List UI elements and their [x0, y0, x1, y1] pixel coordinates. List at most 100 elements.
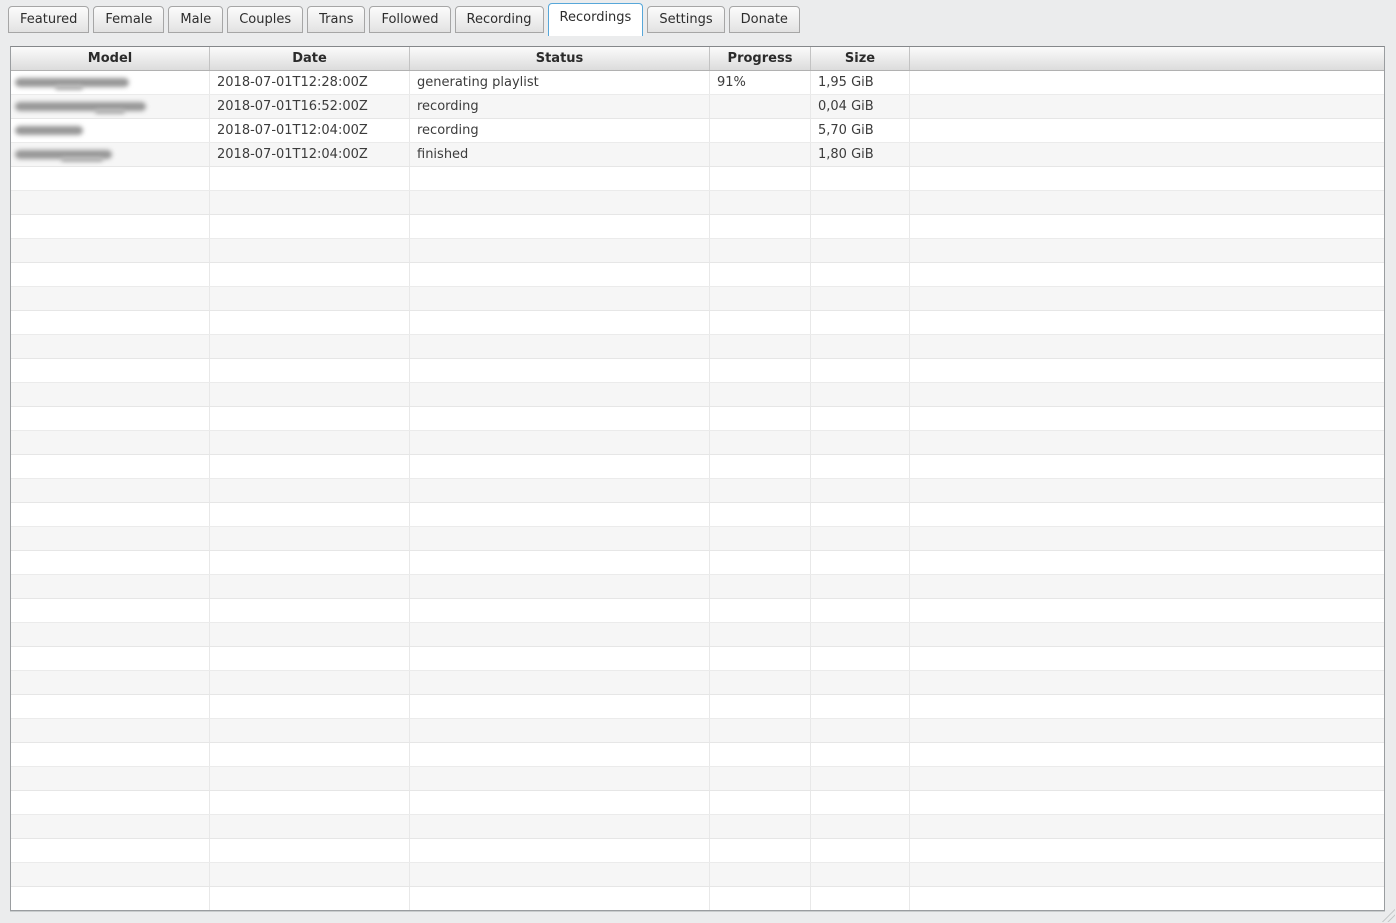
tab-recording[interactable]: Recording [454, 6, 544, 33]
filler-cell [710, 383, 811, 406]
filler-cell [811, 551, 910, 574]
filler-cell [410, 887, 710, 910]
tab-followed[interactable]: Followed [369, 6, 451, 33]
filler-cell [811, 167, 910, 190]
filler-cell [410, 767, 710, 790]
tab-trans[interactable]: Trans [307, 6, 366, 33]
empty-row [11, 647, 1384, 671]
filler-cell [811, 335, 910, 358]
filler-cell [710, 647, 811, 670]
recording-row[interactable]: 2018-07-01T12:04:00Z recording 5,70 GiB [11, 119, 1384, 143]
filler-cell [910, 599, 1384, 622]
filler-cell [811, 887, 910, 910]
empty-row [11, 431, 1384, 455]
column-header-date[interactable]: Date [210, 47, 410, 70]
empty-row [11, 791, 1384, 815]
filler-cell [710, 503, 811, 526]
table-body: 2018-07-01T12:28:00Z generating playlist 9… [11, 71, 1384, 910]
filler-cell [811, 743, 910, 766]
filler-cell [210, 479, 410, 502]
filler-cell [910, 407, 1384, 430]
filler-cell [811, 671, 910, 694]
filler-cell [811, 719, 910, 742]
filler-cell [710, 527, 811, 550]
progress-cell [710, 143, 811, 166]
size-cell: 1,80 GiB [811, 143, 910, 166]
empty-row [11, 263, 1384, 287]
column-header-progress[interactable]: Progress [710, 47, 811, 70]
status-cell: recording [410, 119, 710, 142]
filler-cell [910, 287, 1384, 310]
filler-cell [410, 863, 710, 886]
filler-cell [11, 551, 210, 574]
tab-male[interactable]: Male [168, 6, 224, 33]
empty-row [11, 311, 1384, 335]
filler-cell [910, 239, 1384, 262]
filler-cell [210, 815, 410, 838]
tab-settings[interactable]: Settings [647, 6, 725, 33]
redacted-model-name-tail [95, 109, 125, 114]
filler-cell [710, 311, 811, 334]
filler-cell [910, 695, 1384, 718]
filler-cell [11, 575, 210, 598]
date-cell: 2018-07-01T12:04:00Z [210, 143, 410, 166]
filler-cell [910, 143, 1384, 166]
filler-cell [210, 551, 410, 574]
filler-cell [811, 863, 910, 886]
progress-cell [710, 95, 811, 118]
filler-cell [410, 335, 710, 358]
filler-cell [210, 791, 410, 814]
filler-cell [11, 311, 210, 334]
filler-cell [811, 791, 910, 814]
filler-cell [910, 383, 1384, 406]
recording-row[interactable]: 2018-07-01T16:52:00Z recording 0,04 GiB [11, 95, 1384, 119]
recording-row[interactable]: 2018-07-01T12:04:00Z finished 1,80 GiB [11, 143, 1384, 167]
empty-row [11, 719, 1384, 743]
column-header-size[interactable]: Size [811, 47, 910, 70]
filler-cell [11, 791, 210, 814]
empty-row [11, 407, 1384, 431]
recording-row[interactable]: 2018-07-01T12:28:00Z generating playlist 9… [11, 71, 1384, 95]
filler-cell [811, 623, 910, 646]
filler-cell [210, 335, 410, 358]
filler-cell [410, 719, 710, 742]
filler-cell [910, 791, 1384, 814]
empty-row [11, 839, 1384, 863]
filler-cell [11, 503, 210, 526]
column-header-filler[interactable] [910, 47, 1384, 70]
tab-donate[interactable]: Donate [728, 6, 800, 33]
filler-cell [910, 719, 1384, 742]
filler-cell [710, 695, 811, 718]
filler-cell [710, 407, 811, 430]
filler-cell [710, 167, 811, 190]
empty-row [11, 335, 1384, 359]
filler-cell [210, 311, 410, 334]
filler-cell [811, 407, 910, 430]
filler-cell [11, 527, 210, 550]
filler-cell [210, 503, 410, 526]
filler-cell [410, 311, 710, 334]
filler-cell [710, 551, 811, 574]
tab-couples[interactable]: Couples [227, 6, 304, 33]
tab-featured[interactable]: Featured [8, 6, 90, 33]
tab-recordings[interactable]: Recordings [547, 3, 644, 36]
redacted-model-name-tail [61, 157, 103, 162]
filler-cell [210, 407, 410, 430]
column-header-model[interactable]: Model [11, 47, 210, 70]
filler-cell [910, 479, 1384, 502]
filler-cell [410, 167, 710, 190]
empty-row [11, 767, 1384, 791]
filler-cell [811, 431, 910, 454]
filler-cell [910, 767, 1384, 790]
empty-row [11, 239, 1384, 263]
window-resize-grip[interactable] [1381, 908, 1395, 922]
empty-row [11, 863, 1384, 887]
column-header-status[interactable]: Status [410, 47, 710, 70]
filler-cell [11, 863, 210, 886]
filler-cell [910, 815, 1384, 838]
filler-cell [910, 359, 1384, 382]
filler-cell [410, 191, 710, 214]
filler-cell [710, 863, 811, 886]
tab-female[interactable]: Female [93, 6, 165, 33]
filler-cell [210, 383, 410, 406]
